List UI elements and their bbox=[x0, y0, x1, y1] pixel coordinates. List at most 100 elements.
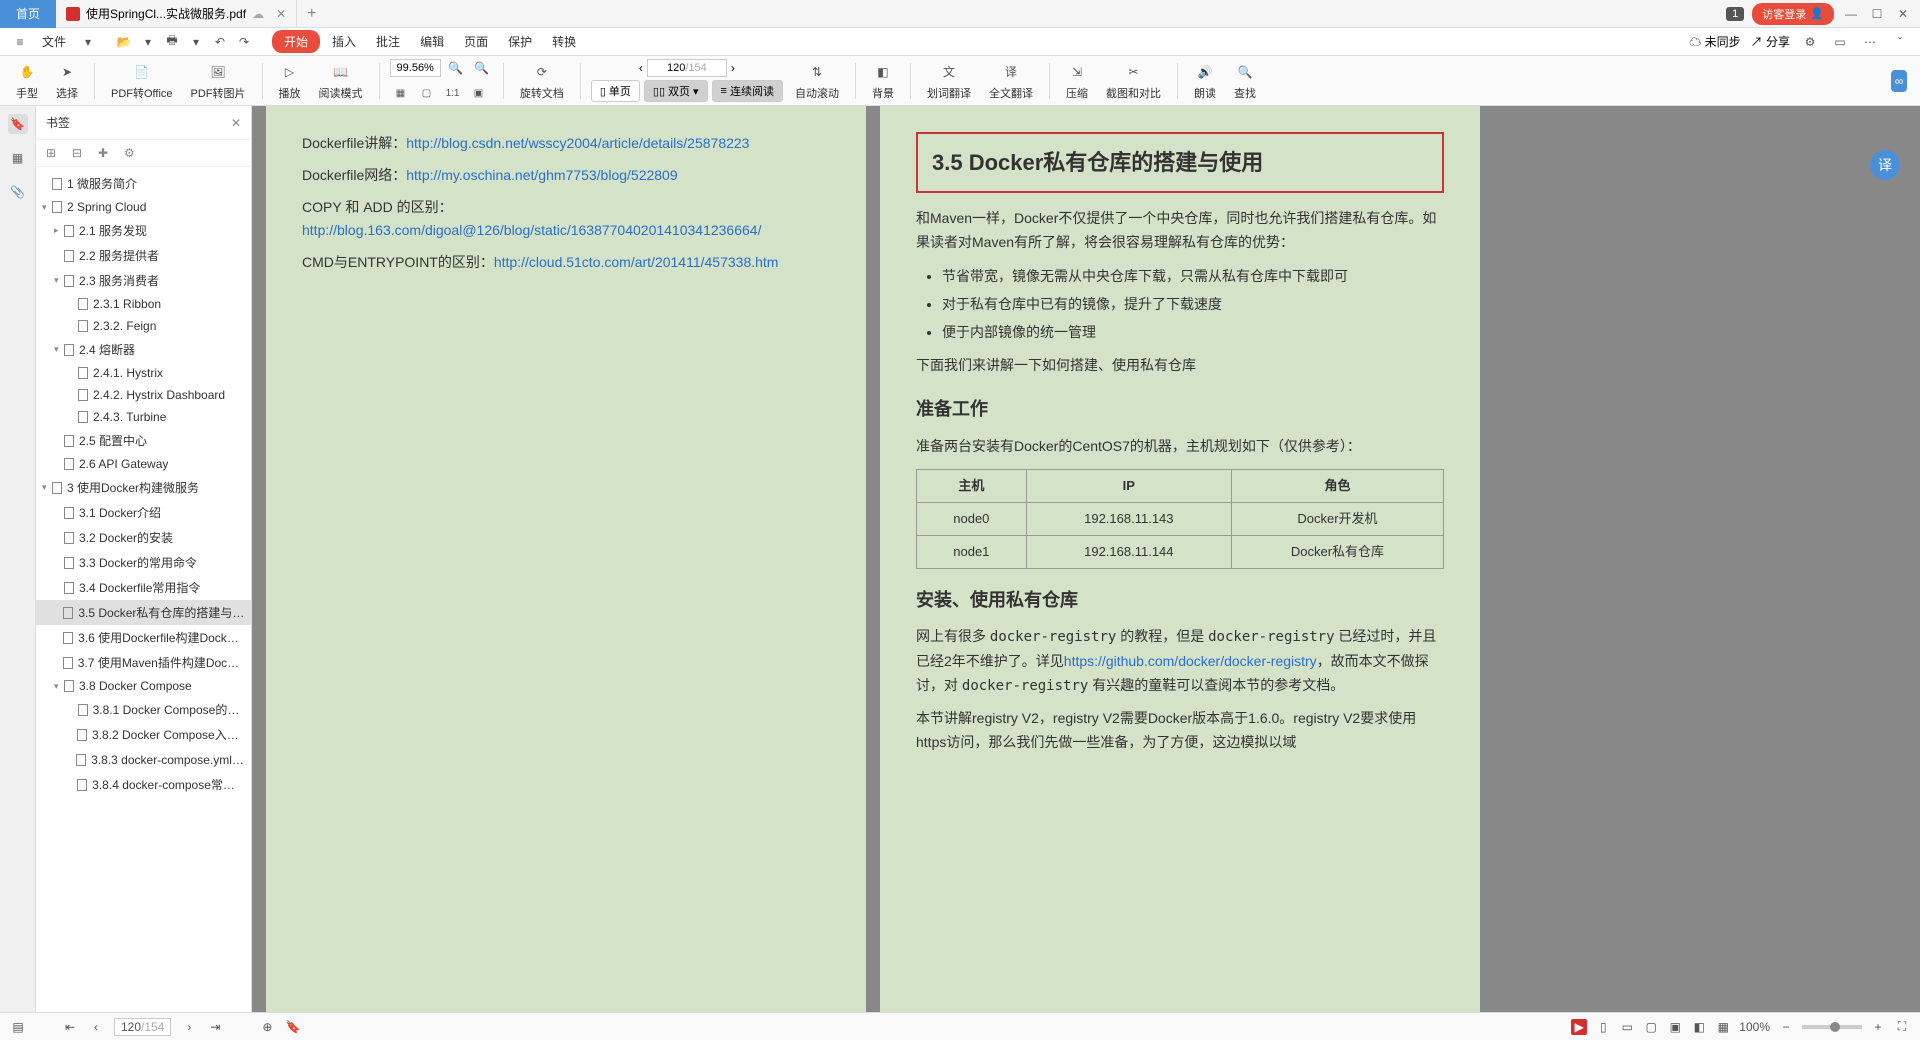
print-icon[interactable]: 🖶 bbox=[162, 32, 182, 52]
menu-edit[interactable]: 编辑 bbox=[412, 29, 452, 54]
bookmark-item[interactable]: 2.6 API Gateway bbox=[36, 453, 251, 475]
tool-autoscroll[interactable]: ⇅自动滚动 bbox=[789, 61, 845, 101]
actual-size-icon[interactable]: 1:1 bbox=[442, 82, 464, 104]
menu-protect[interactable]: 保护 bbox=[500, 29, 540, 54]
bookmark-item[interactable]: 2.3.1 Ribbon bbox=[36, 293, 251, 315]
first-page-icon[interactable]: ⇤ bbox=[62, 1019, 78, 1035]
menu-start[interactable]: 开始 bbox=[272, 30, 320, 53]
more-icon[interactable]: ⋯ bbox=[1860, 32, 1880, 52]
bookmark-item[interactable]: 2.5 配置中心 bbox=[36, 428, 251, 453]
zoom-value[interactable]: 99.56% bbox=[390, 59, 441, 77]
last-page-icon[interactable]: ⇥ bbox=[207, 1019, 223, 1035]
sb-view6-icon[interactable]: ▦ bbox=[1715, 1019, 1731, 1035]
sync-status[interactable]: ☁ 未同步 bbox=[1689, 33, 1740, 50]
tool-read-mode[interactable]: 📖阅读模式 bbox=[313, 61, 369, 101]
tool-find[interactable]: 🔍查找 bbox=[1228, 61, 1262, 101]
menu-insert[interactable]: 插入 bbox=[324, 29, 364, 54]
close-panel-icon[interactable]: ✕ bbox=[231, 116, 241, 130]
hamburger-icon[interactable]: ≡ bbox=[10, 32, 30, 52]
notification-badge[interactable]: 1 bbox=[1726, 7, 1744, 21]
page-input[interactable]: 120/154 bbox=[647, 59, 727, 77]
sb-view3-icon[interactable]: ▢ bbox=[1643, 1019, 1659, 1035]
bookmark-item[interactable]: 2.4.1. Hystrix bbox=[36, 362, 251, 384]
prev-page-icon[interactable]: ‹ bbox=[88, 1019, 104, 1035]
bookmark-item[interactable]: 3.1 Docker介绍 bbox=[36, 500, 251, 525]
bookmark-item[interactable]: 3.5 Docker私有仓库的搭建与使用 bbox=[36, 600, 251, 625]
float-translate-icon[interactable]: 译 bbox=[1870, 150, 1900, 180]
close-tab-icon[interactable]: ✕ bbox=[276, 7, 286, 21]
tool-pdf-office[interactable]: 📄PDF转Office bbox=[105, 61, 179, 101]
bookmark-item[interactable]: 3.8.2 Docker Compose入门示例 bbox=[36, 722, 251, 747]
share-button[interactable]: ↗ 分享 bbox=[1751, 33, 1790, 50]
minimize-icon[interactable]: — bbox=[1842, 5, 1860, 23]
menu-annotate[interactable]: 批注 bbox=[368, 29, 408, 54]
file-menu[interactable]: 文件 bbox=[34, 29, 74, 54]
bookmark-item[interactable]: 3.6 使用Dockerfile构建Docker镜像 bbox=[36, 625, 251, 650]
bookmarks-icon[interactable]: 🔖 bbox=[8, 114, 28, 134]
bookmark-item[interactable]: 2.3.2. Feign bbox=[36, 315, 251, 337]
tool-word-translate[interactable]: 文划词翻译 bbox=[921, 61, 977, 101]
sb-view2-icon[interactable]: ▭ bbox=[1619, 1019, 1635, 1035]
link[interactable]: https://github.com/docker/docker-registr… bbox=[1064, 653, 1317, 669]
undo-icon[interactable]: ↶ bbox=[210, 32, 230, 52]
tool-full-translate[interactable]: 译全文翻译 bbox=[983, 61, 1039, 101]
continuous-button[interactable]: ≡连续阅读 bbox=[712, 80, 783, 102]
bookmark-item[interactable]: 3.7 使用Maven插件构建Docker镜像 bbox=[36, 650, 251, 675]
home-tab[interactable]: 首页 bbox=[0, 0, 56, 28]
menu-convert[interactable]: 转换 bbox=[544, 29, 584, 54]
zoom-slider[interactable] bbox=[1802, 1025, 1862, 1029]
zoom-in-icon[interactable]: + bbox=[1870, 1019, 1886, 1035]
sb-view4-icon[interactable]: ▣ bbox=[1667, 1019, 1683, 1035]
maximize-icon[interactable]: ☐ bbox=[1868, 5, 1886, 23]
bookmark-item[interactable]: ▾2.4 熔断器 bbox=[36, 337, 251, 362]
thumbnails-icon[interactable]: ▦ bbox=[8, 148, 28, 168]
sb-add-icon[interactable]: ⊕ bbox=[259, 1019, 275, 1035]
sb-page-input[interactable]: 120/154 bbox=[114, 1018, 171, 1036]
tool-select[interactable]: ➤选择 bbox=[50, 61, 84, 101]
bookmark-item[interactable]: 2.4.3. Turbine bbox=[36, 406, 251, 428]
zoom-out-icon[interactable]: 🔍 bbox=[445, 57, 467, 79]
collapse-ribbon-icon[interactable]: ˇ bbox=[1890, 32, 1910, 52]
add-bookmark-icon[interactable]: ✚ bbox=[98, 146, 112, 160]
open-icon[interactable]: 📂 bbox=[114, 32, 134, 52]
attachments-icon[interactable]: 📎 bbox=[8, 182, 28, 202]
link[interactable]: http://my.oschina.net/ghm7753/blog/52280… bbox=[406, 167, 677, 183]
single-page-button[interactable]: ▯单页 bbox=[591, 80, 640, 102]
bookmark-item[interactable]: ▾3 使用Docker构建微服务 bbox=[36, 475, 251, 500]
bookmark-item[interactable]: ▾2.3 服务消费者 bbox=[36, 268, 251, 293]
close-window-icon[interactable]: ✕ bbox=[1894, 5, 1912, 23]
tool-pdf-image[interactable]: 🖼PDF转图片 bbox=[185, 61, 252, 101]
link[interactable]: http://blog.csdn.net/wsscy2004/article/d… bbox=[406, 135, 749, 151]
bookmark-item[interactable]: 3.8.1 Docker Compose的安装 bbox=[36, 697, 251, 722]
next-page-icon[interactable]: › bbox=[731, 61, 735, 75]
bookmark-item[interactable]: 3.2 Docker的安装 bbox=[36, 525, 251, 550]
bookmark-item[interactable]: 3.4 Dockerfile常用指令 bbox=[36, 575, 251, 600]
sb-view1-icon[interactable]: ▯ bbox=[1595, 1019, 1611, 1035]
redo-icon[interactable]: ↷ bbox=[234, 32, 254, 52]
bookmark-item[interactable]: ▾3.8 Docker Compose bbox=[36, 675, 251, 697]
tool-screenshot-compare[interactable]: ✂截图和对比 bbox=[1100, 61, 1167, 101]
login-button[interactable]: 访客登录👤 bbox=[1752, 3, 1834, 25]
tool-read-aloud[interactable]: 🔊朗读 bbox=[1188, 61, 1222, 101]
bookmark-item[interactable]: ▾2 Spring Cloud bbox=[36, 196, 251, 218]
window-icon[interactable]: ▭ bbox=[1830, 32, 1850, 52]
tool-compress[interactable]: ⇲压缩 bbox=[1060, 61, 1094, 101]
chevron-down-icon[interactable]: ▾ bbox=[138, 32, 158, 52]
bookmark-item[interactable]: ▸2.1 服务发现 bbox=[36, 218, 251, 243]
link[interactable]: http://cloud.51cto.com/art/201411/457338… bbox=[494, 254, 779, 270]
bookmark-item[interactable]: 3.8.3 docker-compose.yml常用命令 bbox=[36, 747, 251, 772]
new-tab-button[interactable]: + bbox=[297, 5, 326, 23]
fit-icon[interactable]: ▣ bbox=[468, 82, 490, 104]
menu-page[interactable]: 页面 bbox=[456, 29, 496, 54]
bookmark-item[interactable]: 2.2 服务提供者 bbox=[36, 243, 251, 268]
zoom-out-icon[interactable]: − bbox=[1778, 1019, 1794, 1035]
tool-hand[interactable]: ✋手型 bbox=[10, 61, 44, 101]
bookmark-item[interactable]: 3.8.4 docker-compose常用命令 bbox=[36, 772, 251, 797]
fit-width-icon[interactable]: ▦ bbox=[390, 82, 412, 104]
chevron-down-icon[interactable]: ▾ bbox=[78, 32, 98, 52]
gear-icon[interactable]: ⚙ bbox=[1800, 32, 1820, 52]
sb-panel-icon[interactable]: ▤ bbox=[10, 1019, 26, 1035]
bookmark-item[interactable]: 1 微服务简介 bbox=[36, 171, 251, 196]
collapse-all-icon[interactable]: ⊟ bbox=[72, 146, 86, 160]
bookmark-item[interactable]: 2.4.2. Hystrix Dashboard bbox=[36, 384, 251, 406]
